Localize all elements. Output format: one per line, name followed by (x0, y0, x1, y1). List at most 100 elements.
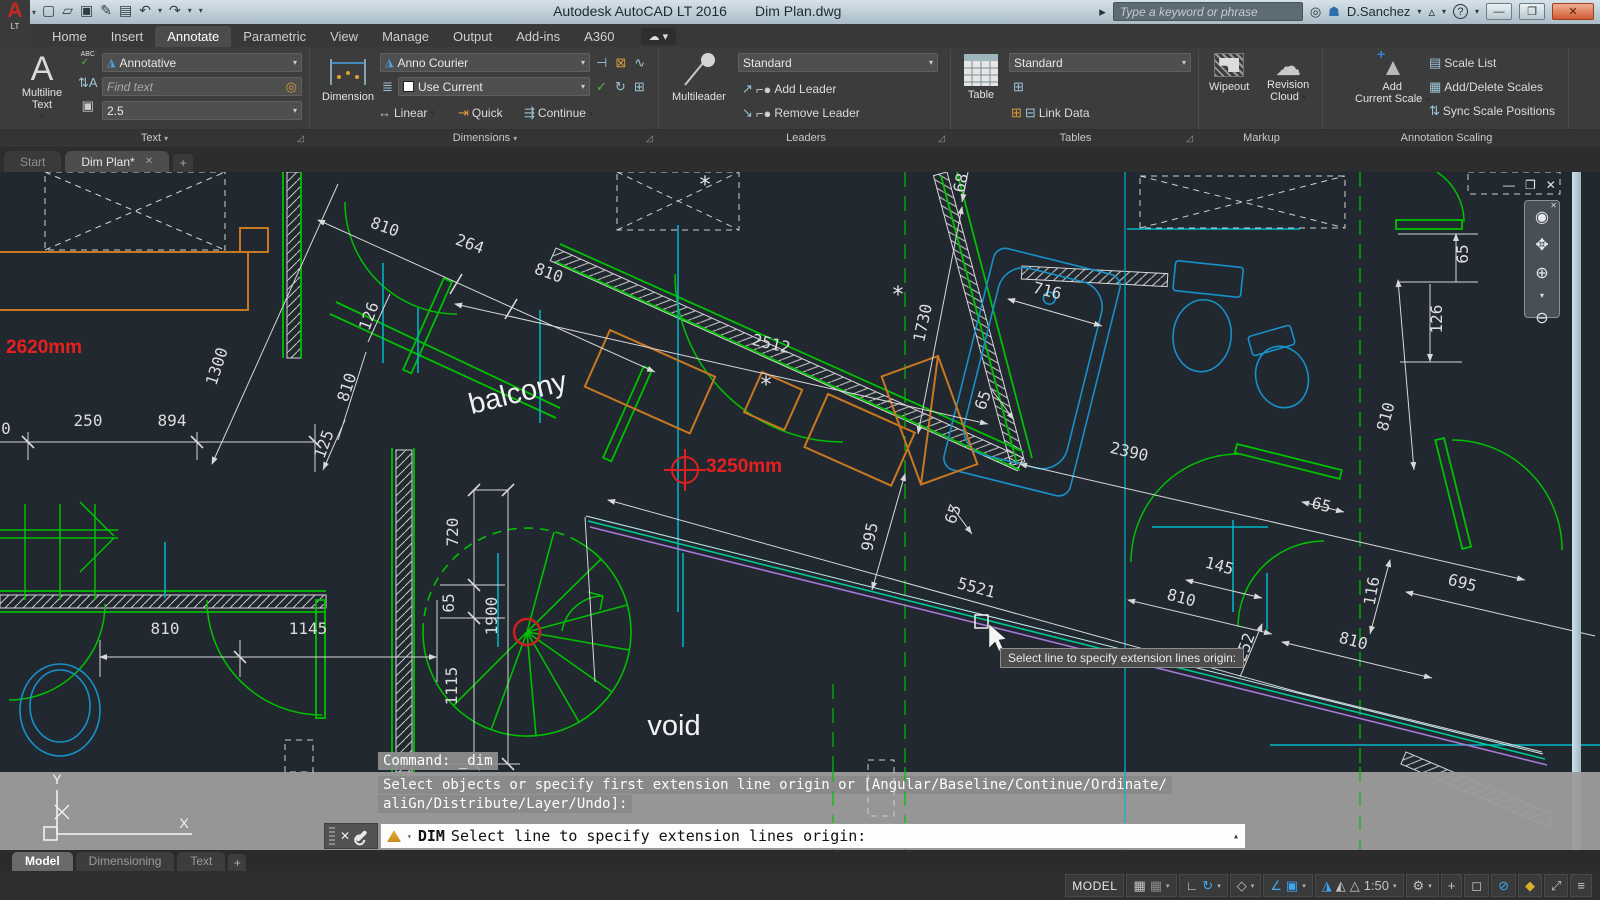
link-data-button[interactable]: ⊞⊟Link Data (1011, 105, 1090, 121)
osnap-icon[interactable]: ▣ (1286, 878, 1298, 894)
nav-pan-icon[interactable]: ✥ (1535, 235, 1548, 255)
extract-data-icon[interactable]: ⊞ (1013, 79, 1024, 95)
ortho-icon[interactable]: ∟ (1186, 878, 1199, 893)
multiline-text-button[interactable]: A Multiline Text ▾ (12, 51, 72, 123)
text-style-select[interactable]: ◮Annotative▾ (102, 53, 302, 72)
scale-dropdown-icon[interactable]: ▾ (1393, 882, 1397, 890)
save-icon[interactable]: ▣ (80, 2, 93, 19)
new-drawing-tab-button[interactable]: + (173, 154, 193, 172)
revision-cloud-button[interactable]: ☁ Revision Cloud ▾ (1267, 53, 1309, 104)
dimensions-launcher-icon[interactable]: ◿ (646, 133, 653, 144)
remove-leader-button[interactable]: ↘⌐●Remove Leader (742, 105, 860, 121)
ucs-icon[interactable] (44, 790, 192, 840)
panel-label-annotation-scaling[interactable]: Annotation Scaling (1325, 132, 1568, 144)
layout-tab-text[interactable]: Text (177, 852, 225, 871)
command-expand-icon[interactable]: ▴ (1233, 831, 1239, 842)
file-tab-dim-plan[interactable]: Dim Plan*✕ (65, 151, 169, 172)
a360-icon[interactable]: ▵ (1428, 4, 1435, 20)
user-dropdown-icon[interactable]: ▾ (1417, 7, 1421, 16)
customization-menu-button[interactable]: ≡ (1570, 874, 1592, 897)
tab-parametric[interactable]: Parametric (231, 26, 318, 47)
nav-zoom-icon[interactable]: ⊕ (1535, 263, 1548, 283)
tab-home[interactable]: Home (40, 26, 99, 47)
plot-icon[interactable]: ▤ (119, 2, 132, 19)
customization-plus[interactable]: + (1441, 874, 1463, 897)
command-close-icon[interactable]: ✕ (340, 829, 350, 843)
panel-label-text[interactable]: Text ▾ (0, 132, 309, 144)
workspace-gear-icon[interactable]: ⚙ (1413, 878, 1425, 894)
command-grip-handle[interactable] (329, 827, 335, 845)
panel-label-markup[interactable]: Markup (1201, 132, 1322, 144)
add-current-scale-button[interactable]: ▲+ Add Current Scale ▾ (1355, 51, 1429, 106)
command-input[interactable]: ▾ DIM Select line to specify extension l… (380, 823, 1246, 849)
doc-restore-icon[interactable]: ❐ (1525, 178, 1536, 192)
search-icon[interactable]: ◎ (1310, 4, 1321, 20)
navigation-bar[interactable]: ✕ ◉ ✥ ⊕ ▾ ⊖ (1524, 200, 1560, 318)
continue-dim-button[interactable]: ⇶Continue▾ (524, 105, 593, 121)
doc-minimize-icon[interactable]: — (1503, 178, 1515, 192)
otrack-icon[interactable]: ∠ (1270, 878, 1282, 894)
minimize-button[interactable]: — (1486, 3, 1512, 20)
dim-break-icon[interactable]: ⊣ (596, 55, 607, 71)
performance-icon[interactable]: ◆ (1518, 874, 1542, 897)
new-icon[interactable]: ▢ (42, 2, 55, 19)
connect-cloud-icon[interactable]: ☁ ▾ (641, 28, 677, 45)
signed-in-user[interactable]: D.Sanchez (1347, 4, 1411, 19)
table-style-select[interactable]: Standard▾ (1009, 53, 1191, 72)
annotation-visibility-icon[interactable]: ◮ (1322, 878, 1332, 894)
dimension-button[interactable]: Dimension (322, 51, 374, 103)
isodraft-icon[interactable]: ◇ (1237, 878, 1247, 894)
panel-label-dimensions[interactable]: Dimensions ▾ (312, 132, 658, 144)
nav-collapse-icon[interactable]: ⊖ (1535, 308, 1548, 328)
dim-adjust-space-icon[interactable]: ⊠ (615, 55, 626, 71)
tab-addins[interactable]: Add-ins (504, 26, 572, 47)
text-height-select[interactable]: 2.5▾ (102, 101, 302, 120)
qat-customize-icon[interactable]: ▾ (199, 6, 203, 15)
linear-dim-button[interactable]: ↔Linear▾ (378, 105, 434, 120)
doc-close-icon[interactable]: ✕ (1546, 178, 1556, 192)
navbar-close-icon[interactable]: ✕ (1550, 201, 1557, 210)
undo-dropdown-icon[interactable]: ▾ (158, 6, 162, 15)
nav-wheel-icon[interactable]: ◉ (1535, 207, 1549, 227)
text-launcher-icon[interactable]: ◿ (297, 133, 304, 144)
search-input[interactable]: Type a keyword or phrase (1113, 2, 1303, 21)
hardware-acceleration[interactable]: ⊘ (1491, 874, 1516, 897)
multileader-button[interactable]: Multileader (672, 51, 726, 103)
wipeout-button[interactable]: Wipeout (1209, 53, 1249, 93)
leader-style-select[interactable]: Standard▾ (738, 53, 938, 72)
find-magnifier-icon[interactable]: ◎ (286, 79, 297, 95)
polar-icon[interactable]: ↻ (1202, 878, 1213, 894)
snap-icon[interactable]: ▦ (1133, 878, 1145, 894)
redo-dropdown-icon[interactable]: ▾ (188, 6, 192, 15)
dim-tolerance-icon[interactable]: ✓ (596, 79, 607, 95)
annotation-scale-icon[interactable]: △ (1350, 878, 1360, 894)
tables-launcher-icon[interactable]: ◿ (1186, 133, 1193, 144)
saveas-icon[interactable]: ✎ (100, 2, 112, 19)
workspace-dropdown-icon[interactable]: ▾ (1428, 882, 1432, 890)
help-dropdown-icon[interactable]: ▾ (1475, 7, 1479, 16)
tab-insert[interactable]: Insert (99, 26, 156, 47)
text-frame-icon[interactable]: ▣ (82, 98, 94, 114)
autocad-logo[interactable]: A LT (0, 0, 30, 46)
sync-scale-positions-button[interactable]: ⇅Sync Scale Positions (1429, 103, 1555, 119)
autoscale-icon[interactable]: ◭ (1336, 878, 1346, 894)
find-text-input[interactable]: Find text◎ (102, 77, 302, 96)
tab-annotate[interactable]: Annotate (155, 26, 231, 47)
nav-more-icon[interactable]: ▾ (1540, 291, 1544, 300)
annotation-scale-value[interactable]: 1:50 (1364, 878, 1389, 893)
text-align-icon[interactable]: ⇅A (78, 75, 98, 91)
file-tab-close-icon[interactable]: ✕ (145, 156, 153, 167)
new-layout-button[interactable]: + (228, 854, 246, 871)
tab-view[interactable]: View (318, 26, 370, 47)
file-tab-start[interactable]: Start (4, 151, 61, 172)
tab-manage[interactable]: Manage (370, 26, 441, 47)
drawing-area[interactable]: Command: _dim Select objects or specify … (0, 172, 1600, 850)
command-recent-icon[interactable]: ▾ (407, 832, 412, 841)
close-button[interactable]: ✕ (1552, 3, 1594, 20)
tab-output[interactable]: Output (441, 26, 504, 47)
spellcheck-icon[interactable]: ABC✓ (81, 51, 95, 68)
quick-dim-button[interactable]: ⇥Quick (458, 105, 503, 121)
add-delete-scales-button[interactable]: ▦Add/Delete Scales (1429, 79, 1543, 95)
clean-screen-button[interactable]: ⤢ (1544, 874, 1568, 897)
tab-a360[interactable]: A360 (572, 26, 626, 47)
